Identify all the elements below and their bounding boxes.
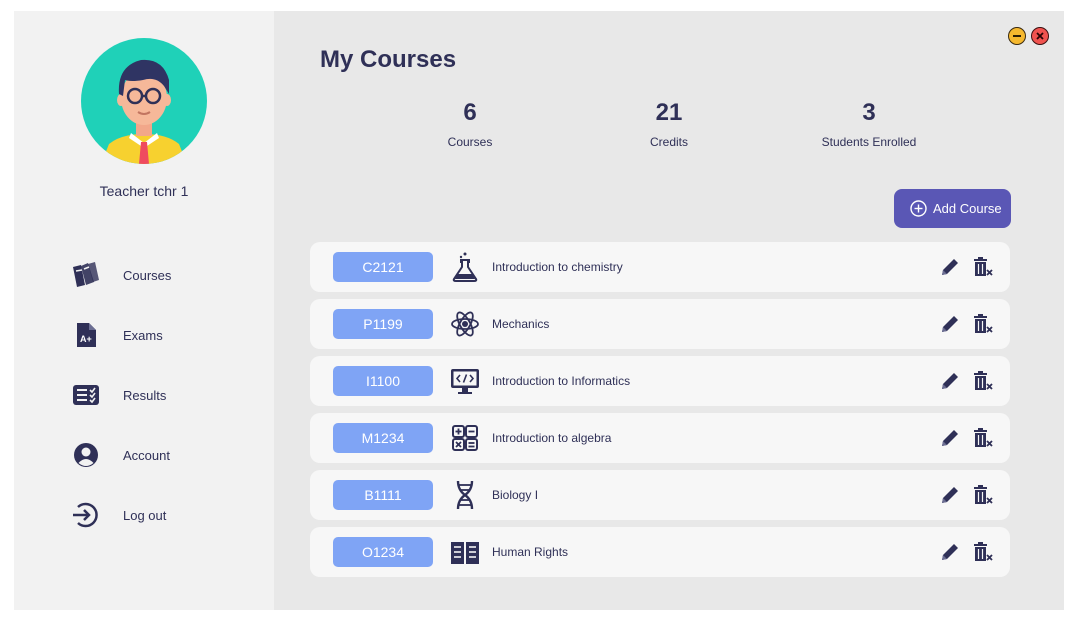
minimize-icon bbox=[1013, 35, 1021, 37]
course-code-badge: I1100 bbox=[333, 366, 433, 396]
course-row[interactable]: C2121 Introduction to chemistry bbox=[310, 242, 1010, 292]
nav-label-results: Results bbox=[123, 388, 167, 403]
edit-icon[interactable] bbox=[939, 541, 961, 563]
books-icon bbox=[73, 262, 99, 287]
course-row[interactable]: M1234 Introduction to algebra bbox=[310, 413, 1010, 463]
delete-icon[interactable] bbox=[972, 541, 994, 563]
course-row[interactable]: P1199 Mechanics bbox=[310, 299, 1010, 349]
stat-label: Credits bbox=[649, 135, 688, 149]
stat-value: 3 bbox=[862, 99, 876, 126]
course-name: Introduction to Informatics bbox=[492, 374, 631, 388]
edit-icon[interactable] bbox=[939, 370, 961, 392]
results-list-icon bbox=[73, 385, 99, 405]
edit-icon[interactable] bbox=[939, 256, 961, 278]
nav-item-exams[interactable]: A+ Exams bbox=[70, 319, 260, 355]
course-name: Introduction to chemistry bbox=[492, 260, 623, 274]
stat-value: 6 bbox=[463, 99, 477, 126]
nav-label-courses: Courses bbox=[123, 268, 172, 283]
course-name: Human Rights bbox=[492, 545, 569, 559]
nav-item-logout[interactable]: Log out bbox=[70, 499, 260, 535]
book-icon bbox=[451, 542, 479, 564]
nav-label-exams: Exams bbox=[123, 328, 163, 343]
delete-icon[interactable] bbox=[972, 256, 994, 278]
nav-item-results[interactable]: Results bbox=[70, 379, 260, 415]
stat-label: Students Enrolled bbox=[821, 135, 917, 149]
plus-circle-icon bbox=[910, 200, 927, 217]
stat-value: 21 bbox=[655, 99, 683, 126]
course-row[interactable]: I1100 Introduction to Informatics bbox=[310, 356, 1010, 406]
code-monitor-icon bbox=[451, 369, 479, 394]
app-window: Teacher tchr 1 Courses A+ Exams Results … bbox=[14, 11, 1064, 610]
delete-icon[interactable] bbox=[972, 427, 994, 449]
course-row[interactable]: O1234 Human Rights bbox=[310, 527, 1010, 577]
page-title: My Courses bbox=[320, 46, 457, 73]
exam-file-icon: A+ bbox=[77, 323, 96, 347]
minimize-button[interactable] bbox=[1008, 27, 1026, 45]
stat-students-enrolled: 3 Students Enrolled bbox=[789, 99, 949, 149]
calculator-icon bbox=[452, 425, 478, 451]
edit-icon[interactable] bbox=[939, 313, 961, 335]
edit-icon[interactable] bbox=[939, 484, 961, 506]
delete-icon[interactable] bbox=[972, 370, 994, 392]
course-name: Mechanics bbox=[492, 317, 550, 331]
course-row[interactable]: B1111 Biology I bbox=[310, 470, 1010, 520]
account-icon bbox=[74, 443, 98, 467]
close-button[interactable] bbox=[1031, 27, 1049, 45]
svg-text:A+: A+ bbox=[80, 334, 92, 344]
course-code-badge: B1111 bbox=[333, 480, 433, 510]
nav-label-account: Account bbox=[123, 448, 170, 463]
avatar bbox=[81, 38, 207, 164]
main-content: My Courses 6 Courses 21 Credits 3 Studen… bbox=[274, 11, 1064, 610]
dna-icon bbox=[456, 480, 474, 510]
edit-icon[interactable] bbox=[939, 427, 961, 449]
add-course-label: Add Course bbox=[933, 201, 1002, 216]
stat-credits: 21 Credits bbox=[589, 99, 749, 149]
course-name: Biology I bbox=[492, 488, 539, 502]
course-name: Introduction to algebra bbox=[492, 431, 612, 445]
course-code-badge: C2121 bbox=[333, 252, 433, 282]
nav-label-logout: Log out bbox=[123, 508, 167, 523]
atom-icon bbox=[451, 311, 479, 337]
nav-item-courses[interactable]: Courses bbox=[70, 259, 260, 295]
flask-icon bbox=[452, 252, 478, 282]
course-code-badge: M1234 bbox=[333, 423, 433, 453]
delete-icon[interactable] bbox=[972, 484, 994, 506]
logout-icon bbox=[73, 502, 98, 528]
sidebar: Teacher tchr 1 Courses A+ Exams Results … bbox=[14, 11, 274, 610]
stat-label: Courses bbox=[447, 135, 493, 149]
stat-courses: 6 Courses bbox=[390, 99, 550, 149]
delete-icon[interactable] bbox=[972, 313, 994, 335]
nav-item-account[interactable]: Account bbox=[70, 439, 260, 475]
add-course-button[interactable]: Add Course bbox=[894, 189, 1011, 228]
course-code-badge: P1199 bbox=[333, 309, 433, 339]
teacher-name: Teacher tchr 1 bbox=[99, 183, 189, 199]
close-icon bbox=[1036, 32, 1044, 40]
course-code-badge: O1234 bbox=[333, 537, 433, 567]
